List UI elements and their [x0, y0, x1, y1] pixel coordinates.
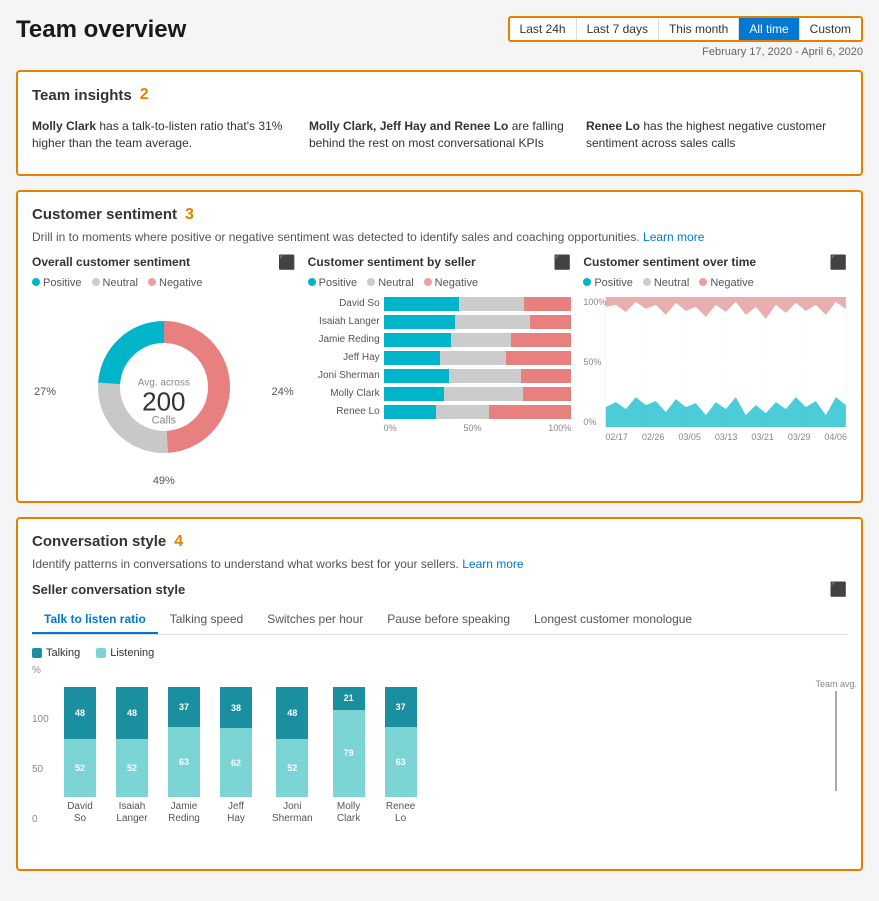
over-time-title: Customer sentiment over time ⬛ — [583, 254, 847, 271]
filter-last7days[interactable]: Last 7 days — [577, 18, 659, 40]
bar-isaiah: 48 52 IsaiahLanger — [116, 687, 148, 825]
conversation-style-section: Conversation style 4 Identify patterns i… — [16, 517, 863, 871]
overall-sentiment-chart: Overall customer sentiment ⬛ Positive Ne… — [32, 254, 296, 487]
customer-sentiment-title: Customer sentiment 3 — [32, 206, 847, 224]
time-y-axis: 100% 50% 0% — [583, 297, 606, 427]
bar-jamie: 37 63 JamieReding — [168, 687, 200, 825]
seller-row-isaiah: Isaiah Langer — [308, 315, 572, 329]
bar-legend: Talking Listening — [32, 647, 847, 659]
time-x-labels: 02/1702/2603/0503/1303/2103/2904/06 — [605, 432, 847, 442]
date-range: February 17, 2020 - April 6, 2020 — [702, 46, 863, 58]
copy-seller-icon[interactable]: ⬛ — [554, 254, 571, 271]
seller-conv-style-title: Seller conversation style — [32, 582, 185, 597]
positive-dot — [32, 278, 40, 286]
seller-legend: Positive Neutral Negative — [308, 277, 572, 289]
time-area-chart — [605, 297, 847, 427]
tab-talk-listen[interactable]: Talk to listen ratio — [32, 606, 158, 634]
team-avg-container: Team avg. — [815, 665, 857, 805]
charts-grid: Overall customer sentiment ⬛ Positive Ne… — [32, 254, 847, 487]
y-unit: % — [32, 665, 49, 676]
conversation-tabs: Talk to listen ratio Talking speed Switc… — [32, 606, 847, 635]
seller-row-joni: Joni Sherman — [308, 369, 572, 383]
listening-legend-sq — [96, 648, 106, 658]
bar-renee: 37 63 ReneeLo — [385, 687, 417, 825]
seller-row-molly: Molly Clark — [308, 387, 572, 401]
conv-y-axis: % 100 50 0 — [32, 665, 49, 825]
learn-more-conv[interactable]: Learn more — [462, 557, 523, 571]
overall-chart-title: Overall customer sentiment ⬛ — [32, 254, 296, 271]
stacked-chart-wrapper: % 100 50 0 48 52 DavidSo 48 — [32, 665, 847, 855]
seller-row-jamie: Jamie Reding — [308, 333, 572, 347]
seller-bars: David So Isaiah Langer Jamie Reding Jeff… — [308, 297, 572, 419]
copy-conv-icon[interactable]: ⬛ — [830, 581, 847, 598]
tab-talking-speed[interactable]: Talking speed — [158, 606, 255, 634]
time-legend: Positive Neutral Negative — [583, 277, 847, 289]
insights-grid: Molly Clark has a talk-to-listen ratio t… — [32, 110, 847, 160]
tab-pause[interactable]: Pause before speaking — [375, 606, 522, 634]
seller-row-renee: Renee Lo — [308, 405, 572, 419]
pct-27: 27% — [34, 386, 56, 398]
filter-custom[interactable]: Custom — [800, 18, 861, 40]
talking-legend-sq — [32, 648, 42, 658]
filter-last24h[interactable]: Last 24h — [510, 18, 577, 40]
copy-overall-icon[interactable]: ⬛ — [278, 254, 295, 271]
conversation-style-title: Conversation style 4 — [32, 533, 847, 551]
page-title: Team overview — [16, 16, 186, 44]
pct-49: 49% — [153, 475, 175, 487]
filter-alltime[interactable]: All time — [739, 18, 799, 40]
insight-1: Molly Clark has a talk-to-listen ratio t… — [32, 118, 293, 152]
team-insights-section: Team insights 2 Molly Clark has a talk-t… — [16, 70, 863, 176]
tab-monologue[interactable]: Longest customer monologue — [522, 606, 704, 634]
tab-switches[interactable]: Switches per hour — [255, 606, 375, 634]
header-right: Last 24h Last 7 days This month All time… — [508, 16, 863, 58]
call-count: 200 — [138, 388, 190, 414]
by-seller-chart: Customer sentiment by seller ⬛ Positive … — [308, 254, 572, 487]
negative-dot — [148, 278, 156, 286]
listening-legend-label: Listening — [110, 647, 154, 659]
time-filter-group: Last 24h Last 7 days This month All time… — [508, 16, 863, 42]
bar-molly: 21 79 MollyClark — [333, 687, 365, 825]
bar-chart-area: 48 52 DavidSo 48 52 IsaiahLanger 3 — [64, 665, 847, 825]
bar-david: 48 52 DavidSo — [64, 687, 96, 825]
conversation-style-desc: Identify patterns in conversations to un… — [32, 557, 847, 571]
by-seller-title: Customer sentiment by seller ⬛ — [308, 254, 572, 271]
bar-joni: 48 52 JoniSherman — [272, 687, 313, 825]
copy-time-icon[interactable]: ⬛ — [830, 254, 847, 271]
customer-sentiment-desc: Drill in to moments where positive or ne… — [32, 230, 847, 244]
customer-sentiment-section: Customer sentiment 3 Drill in to moments… — [16, 190, 863, 503]
pct-24: 24% — [272, 386, 294, 398]
seller-row-david: David So — [308, 297, 572, 311]
overall-legend: Positive Neutral Negative — [32, 277, 296, 289]
over-time-chart: Customer sentiment over time ⬛ Positive … — [583, 254, 847, 487]
team-avg-label: Team avg. — [815, 679, 857, 689]
seller-axis-labels: 0%50%100% — [308, 423, 572, 433]
seller-row-jeff: Jeff Hay — [308, 351, 572, 365]
neutral-dot — [92, 278, 100, 286]
team-insights-title: Team insights 2 — [32, 86, 847, 104]
insight-2: Molly Clark, Jeff Hay and Renee Lo are f… — [309, 118, 570, 152]
learn-more-sentiment[interactable]: Learn more — [643, 230, 704, 244]
insight-3: Renee Lo has the highest negative custom… — [586, 118, 847, 152]
filter-thismonth[interactable]: This month — [659, 18, 739, 40]
team-avg-line — [835, 691, 837, 791]
talking-legend-label: Talking — [46, 647, 80, 659]
bar-jeff: 38 62 JeffHay — [220, 687, 252, 825]
